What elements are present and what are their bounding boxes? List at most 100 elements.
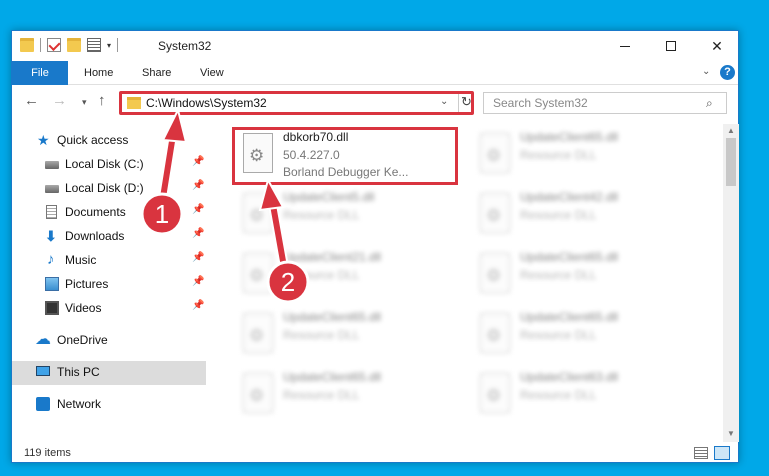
navigation-pane: ★ Quick access Local Disk (C:) 📌 Local D… bbox=[12, 123, 206, 441]
file-item[interactable]: ⚙ UpdateClient5.dll Resource DLL bbox=[235, 187, 465, 243]
expand-ribbon-icon[interactable]: ⌄ bbox=[702, 66, 710, 77]
pin-icon[interactable]: 📌 bbox=[192, 252, 204, 263]
file-type: Resource DLL bbox=[520, 268, 597, 282]
sidebar-item-downloads[interactable]: ⬇ Downloads 📌 bbox=[12, 225, 206, 249]
address-bar[interactable]: C:\Windows\System32 ⌄ ↻ bbox=[119, 91, 474, 115]
gear-icon: ⚙ bbox=[486, 326, 502, 345]
file-item[interactable]: ⚙ UpdateClient21.dll Resource DLL bbox=[235, 247, 465, 303]
minimize-button[interactable] bbox=[602, 31, 648, 61]
close-button[interactable]: ✕ bbox=[694, 31, 740, 61]
scroll-up-icon[interactable]: ▲ bbox=[727, 126, 735, 135]
pin-icon[interactable]: 📌 bbox=[192, 228, 204, 239]
sidebar-item-local-disk-c[interactable]: Local Disk (C:) 📌 bbox=[12, 153, 206, 177]
large-icons-view-icon[interactable] bbox=[714, 446, 730, 460]
tab-view[interactable]: View bbox=[188, 61, 236, 85]
item-count: 119 items bbox=[24, 447, 71, 459]
search-icon[interactable]: ⌕ bbox=[706, 96, 713, 111]
maximize-icon bbox=[666, 41, 676, 51]
file-explorer-window: ▾ System32 ✕ File Home Share View ⌄ ? ← … bbox=[11, 30, 739, 463]
dll-file-icon: ⚙ bbox=[480, 133, 510, 173]
documents-icon bbox=[46, 205, 57, 219]
vertical-scrollbar[interactable]: ▲ ▼ bbox=[723, 124, 739, 442]
recent-locations-icon[interactable]: ▾ bbox=[82, 97, 87, 108]
file-item[interactable]: ⚙ UpdateClient65.dll Resource DLL bbox=[472, 307, 702, 363]
sidebar-item-pictures[interactable]: Pictures 📌 bbox=[12, 273, 206, 297]
folder-icon bbox=[127, 97, 141, 109]
scroll-thumb[interactable] bbox=[726, 138, 736, 186]
quick-access-toolbar: ▾ bbox=[20, 38, 119, 52]
search-placeholder: Search System32 bbox=[493, 96, 588, 110]
sidebar-item-network[interactable]: Network bbox=[12, 393, 206, 417]
sidebar-item-onedrive[interactable]: ☁ OneDrive bbox=[12, 329, 206, 353]
tab-share[interactable]: Share bbox=[130, 61, 183, 85]
file-type: Resource DLL bbox=[520, 208, 597, 222]
file-type: Resource DLL bbox=[283, 268, 360, 282]
forward-arrow-icon[interactable]: → bbox=[52, 92, 67, 109]
file-type: Resource DLL bbox=[520, 328, 597, 342]
file-type: Resource DLL bbox=[283, 388, 360, 402]
dll-file-icon: ⚙ bbox=[480, 253, 510, 293]
search-input[interactable]: Search System32 ⌕ bbox=[483, 92, 727, 114]
disk-icon bbox=[45, 161, 59, 169]
properties-check-icon[interactable] bbox=[47, 38, 61, 52]
pin-icon[interactable]: 📌 bbox=[192, 156, 204, 167]
back-arrow-icon[interactable]: ← bbox=[24, 92, 39, 109]
gear-icon: ⚙ bbox=[486, 266, 502, 285]
file-type: Resource DLL bbox=[283, 208, 360, 222]
network-icon bbox=[36, 397, 50, 411]
sidebar-item-documents[interactable]: Documents 📌 bbox=[12, 201, 206, 225]
window-title: System32 bbox=[158, 39, 212, 53]
file-item[interactable]: ⚙ UpdateClient65.dll Resource DLL bbox=[235, 367, 465, 423]
ribbon-tabs: File Home Share View ⌄ ? bbox=[12, 61, 738, 85]
customize-dropdown-icon[interactable]: ▾ bbox=[107, 41, 111, 50]
file-name: UpdateClient42.dll bbox=[520, 190, 619, 204]
dll-file-icon: ⚙ bbox=[243, 193, 273, 233]
tab-home[interactable]: Home bbox=[72, 61, 125, 85]
file-name: UpdateClient63.dll bbox=[520, 370, 619, 384]
maximize-button[interactable] bbox=[648, 31, 694, 61]
disk-icon bbox=[45, 185, 59, 193]
dll-file-icon: ⚙ bbox=[480, 373, 510, 413]
refresh-icon[interactable]: ↻ bbox=[458, 94, 474, 112]
file-type: Resource DLL bbox=[520, 388, 597, 402]
sidebar-item-videos[interactable]: Videos 📌 bbox=[12, 297, 206, 321]
star-icon: ★ bbox=[37, 132, 50, 148]
videos-icon bbox=[45, 301, 59, 315]
music-icon: ♪ bbox=[47, 251, 55, 268]
pin-icon[interactable]: 📌 bbox=[192, 180, 204, 191]
pin-icon[interactable]: 📌 bbox=[192, 204, 204, 215]
file-item[interactable]: ⚙ UpdateClient63.dll Resource DLL bbox=[472, 367, 702, 423]
new-folder-icon[interactable] bbox=[67, 38, 81, 52]
sidebar-item-quick-access[interactable]: ★ Quick access bbox=[12, 129, 206, 153]
file-type: Resource DLL bbox=[283, 328, 360, 342]
sidebar-item-this-pc[interactable]: This PC bbox=[12, 361, 206, 385]
sidebar-item-music[interactable]: ♪ Music 📌 bbox=[12, 249, 206, 273]
file-name: UpdateClient65.dll bbox=[520, 310, 619, 324]
gear-icon: ⚙ bbox=[249, 266, 265, 285]
scroll-down-icon[interactable]: ▼ bbox=[727, 427, 735, 441]
tab-file[interactable]: File bbox=[12, 61, 68, 85]
pin-icon[interactable]: 📌 bbox=[192, 276, 204, 287]
pin-icon[interactable]: 📌 bbox=[192, 300, 204, 311]
file-item[interactable]: ⚙ UpdateClient65.dll Resource DLL bbox=[235, 307, 465, 363]
divider bbox=[117, 38, 119, 52]
dll-file-icon: ⚙ bbox=[243, 253, 273, 293]
file-item[interactable]: ⚙ UpdateClient65.dll Resource DLL bbox=[472, 247, 702, 303]
file-item[interactable]: ⚙ UpdateClient42.dll Resource DLL bbox=[472, 187, 702, 243]
properties-icon[interactable] bbox=[87, 38, 101, 52]
file-name: UpdateClient5.dll bbox=[283, 190, 375, 204]
gear-icon: ⚙ bbox=[249, 326, 265, 345]
status-bar: 119 items bbox=[12, 443, 738, 463]
sidebar-item-local-disk-d[interactable]: Local Disk (D:) 📌 bbox=[12, 177, 206, 201]
file-type: Resource DLL bbox=[520, 148, 597, 162]
up-arrow-icon[interactable]: ↑ bbox=[98, 92, 106, 109]
dll-file-icon: ⚙ bbox=[480, 193, 510, 233]
details-view-icon[interactable] bbox=[694, 447, 708, 459]
help-icon[interactable]: ? bbox=[720, 65, 735, 80]
cloud-icon: ☁ bbox=[35, 331, 51, 348]
address-dropdown-icon[interactable]: ⌄ bbox=[440, 96, 448, 107]
highlight-box bbox=[232, 127, 458, 185]
navigation-bar: ← → ▾ ↑ C:\Windows\System32 ⌄ ↻ Search S… bbox=[12, 86, 738, 120]
address-path[interactable]: C:\Windows\System32 bbox=[146, 96, 267, 110]
file-item[interactable]: ⚙ UpdateClient65.dll Resource DLL bbox=[472, 127, 702, 183]
